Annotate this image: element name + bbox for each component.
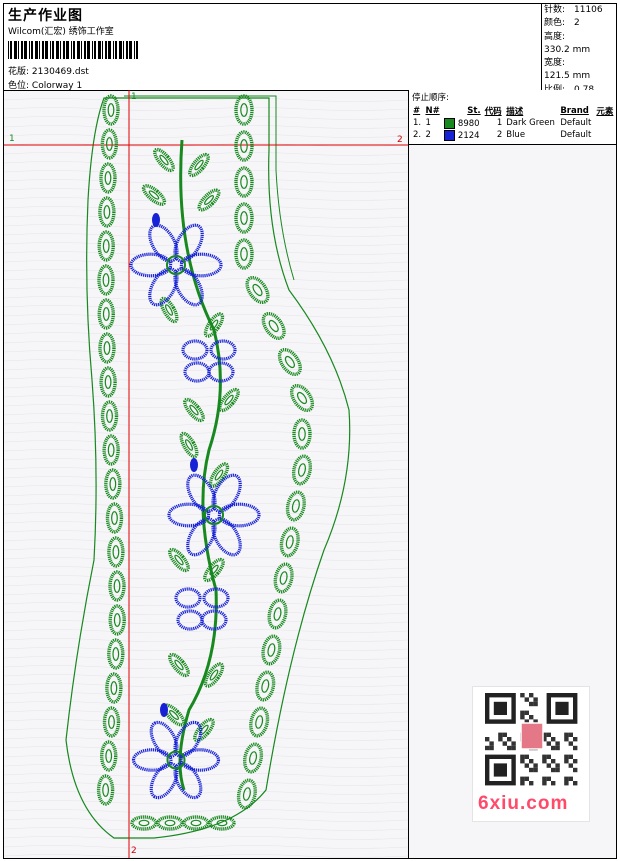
design-label: 花版: xyxy=(8,67,30,77)
col-code: 代码 xyxy=(484,106,502,117)
background-texture xyxy=(4,98,408,858)
table-row: 1. 1 8980 1 Dark Green Default xyxy=(413,117,592,129)
col-desc: 描述 xyxy=(506,106,524,117)
color-swatch xyxy=(444,117,456,129)
design-value: 2130469.dst xyxy=(31,67,89,77)
stat-colors: 颜色: 2 xyxy=(544,18,580,29)
axis-label-h-end: 2 xyxy=(397,135,403,145)
stat-height: 高度:330.2 mm xyxy=(544,31,591,55)
table-row: 2. 2 2124 2 Blue Default xyxy=(413,129,592,141)
stitch-motifs xyxy=(96,94,315,831)
design-canvas: 1 2 1 2 xyxy=(4,90,409,858)
page-title: 生产作业图 xyxy=(8,8,83,24)
embroidery-preview xyxy=(4,90,408,858)
stat-width: 宽度:121.5 mm xyxy=(544,58,591,82)
axis-label-v-start: 1 xyxy=(131,92,137,102)
design-stats: 针数:11106 颜色:2 高度:330.2 mm 宽度:121.5 mm 比例… xyxy=(541,4,616,95)
design-file: 花版: 2130469.dst xyxy=(8,64,89,77)
table-header: # N# St. 代码 描述 Brand 元素 xyxy=(411,104,616,117)
stop-sequence-panel: 停止顺序: # N# St. 代码 描述 Brand 元素 1. 1 8980 … xyxy=(409,90,616,145)
production-sheet: 生产作业图 Wilcom(汇宏) 绣饰工作室 花版: 2130469.dst 色… xyxy=(3,3,617,859)
color-swatch xyxy=(444,129,456,141)
col-n: N# xyxy=(425,105,440,116)
axis-label-v-end: 2 xyxy=(131,846,137,856)
col-stitches: St. xyxy=(467,105,481,116)
stop-sequence-table: # N# St. 代码 描述 Brand 元素 1. 1 8980 1 Dark… xyxy=(411,104,616,141)
axis-label-h-start: 1 xyxy=(9,134,15,144)
stop-sequence-title: 停止顺序: xyxy=(412,93,449,103)
col-brand: Brand xyxy=(560,105,589,116)
barcode-icon xyxy=(8,41,138,59)
sheet-header: 生产作业图 Wilcom(汇宏) 绣饰工作室 花版: 2130469.dst 色… xyxy=(4,4,616,95)
watermark: 6xiu.com xyxy=(478,793,569,814)
col-element: 元素 xyxy=(596,106,614,117)
stat-stitches: 针数: 11106 xyxy=(544,5,603,15)
company-name: Wilcom(汇宏) 绣饰工作室 xyxy=(8,27,114,37)
col-num: # xyxy=(413,105,421,116)
